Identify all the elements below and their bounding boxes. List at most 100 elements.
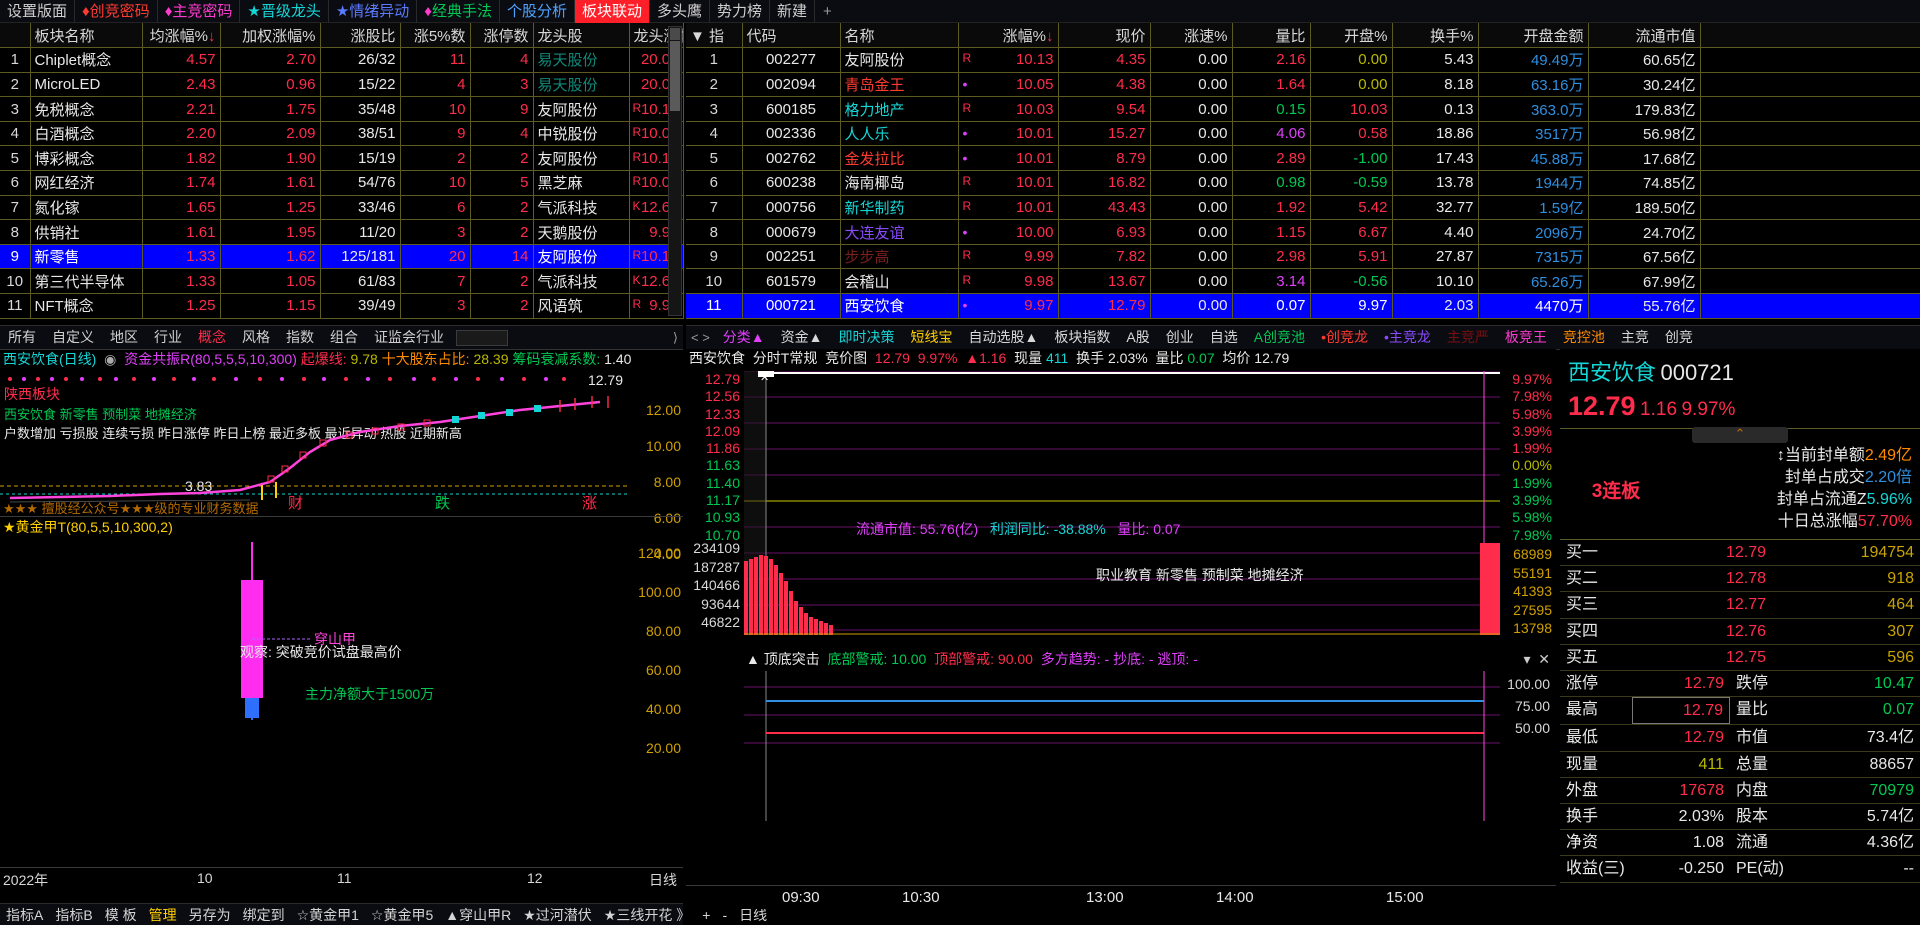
menu-item-5[interactable]: ♦经典手法 <box>417 0 500 23</box>
sector-col-7[interactable]: 龙头股 <box>533 23 630 49</box>
sector-search-input[interactable] <box>456 329 508 346</box>
stock-tab-1[interactable]: 资金▲ <box>773 325 831 350</box>
indicator-btn-0[interactable]: 指标A <box>0 905 49 925</box>
stock-col-2[interactable]: 名称 <box>840 23 959 49</box>
sector-tab-8[interactable]: 证监会行业 <box>366 325 452 350</box>
stock-tab-9[interactable]: A创竞池 <box>1246 325 1313 350</box>
table-row[interactable]: 8 供销社 1.61 1.95 11/20 3 2 天鹅股份 9.99 <box>0 219 684 245</box>
table-row[interactable]: 3 600185 格力地产 R 10.03 9.54 0.00 0.15 10.03 0.13 36… <box>686 96 1920 122</box>
sector-table-scrollbar[interactable] <box>668 26 682 316</box>
indicator-btn-5[interactable]: 绑定到 <box>237 905 291 925</box>
sector-table[interactable]: 板块名称均涨幅%↓加权涨幅%涨股比涨5%数涨停数龙头股龙头涨幅% 1Chiple… <box>0 23 684 319</box>
table-row[interactable]: 6 网红经济 1.74 1.61 54/76 10 5 黑芝麻 R 10.05 <box>0 170 684 196</box>
collapse-chevron-icon[interactable]: ⌃ <box>1692 427 1788 443</box>
menu-item-7[interactable]: 板块联动 <box>574 0 650 23</box>
menu-item-2[interactable]: ♦主竞密码 <box>158 0 241 23</box>
table-row[interactable]: 5 博彩概念 1.82 1.90 15/19 2 2 友阿股份 R 10.13 <box>0 145 684 172</box>
indicator-toolbar[interactable]: 指标A 指标B 模 板管理 另存为 绑定到 ☆黄金甲1 ☆黄金甲5 ▲穿山甲R ★过河潜伏 ★三线… <box>0 903 767 925</box>
sector-col-0[interactable] <box>0 23 31 49</box>
sector-tab-2[interactable]: 地区 <box>102 325 146 350</box>
stock-tab-0[interactable]: 分类▲ <box>715 325 773 350</box>
stock-tab-12[interactable]: 主竞严 <box>1439 325 1497 350</box>
table-row[interactable]: 2 002094 青岛金王 • 10.05 4.38 0.00 1.64 0.00 8.18 63.… <box>686 72 1920 98</box>
stock-table-panel[interactable]: ▼ 指代码 名称 涨幅%↓ 现价 涨速% 量比 开盘% 换手% 开盘金额 流通市值 1 002277… <box>686 23 1920 319</box>
menu-item-1[interactable]: ♦创竞密码 <box>75 0 158 23</box>
stock-table-header[interactable]: ▼ 指代码 名称 涨幅%↓ 现价 涨速% 量比 开盘% 换手% 开盘金额 流通市值 <box>686 23 1920 49</box>
sector-tab-1[interactable]: 自定义 <box>44 325 102 350</box>
sector-tab-7[interactable]: 组合 <box>322 325 366 350</box>
stock-col-8[interactable]: 换手% <box>1392 23 1479 49</box>
sector-tab-4[interactable]: 概念 <box>190 325 234 350</box>
table-row[interactable]: 7 氮化镓 1.65 1.25 33/46 6 2 气派科技 K 12.66 <box>0 195 684 221</box>
sector-col-3[interactable]: 加权涨幅% <box>220 23 321 49</box>
stock-col-3[interactable]: 涨幅%↓ <box>958 23 1059 49</box>
stock-tab-14[interactable]: 竞控池 <box>1555 325 1613 350</box>
bid-row[interactable]: 买三 12.77 464 <box>1560 592 1920 619</box>
table-row[interactable]: 5 002762 金发拉比 • 10.01 8.79 0.00 2.89 -1.00 17.43 4… <box>686 145 1920 172</box>
collapse-handle[interactable]: ⌃ <box>1560 427 1920 443</box>
subpanel-plot[interactable] <box>744 671 1500 821</box>
stock-tab-16[interactable]: 创竞 <box>1657 325 1701 350</box>
sector-col-4[interactable]: 涨股比 <box>320 23 401 49</box>
sector-tab-6[interactable]: 指数 <box>278 325 322 350</box>
quote-panel[interactable]: 西安饮食 000721 12.79 1.16 9.97% ⌃ 3连板 ↕当前封单… <box>1560 349 1920 925</box>
sector-tab-0[interactable]: 所有 <box>0 325 44 350</box>
sector-col-1[interactable]: 板块名称 <box>30 23 143 49</box>
table-row[interactable]: 10 601579 会稽山 R 9.98 13.67 0.00 3.14 -0.56 10.10 6… <box>686 268 1920 295</box>
indicator-btn-3[interactable]: 管理 <box>143 905 183 925</box>
table-row[interactable]: 8 000679 大连友谊 • 10.00 6.93 0.00 1.15 6.67 4.40 209… <box>686 219 1920 245</box>
subpanel-dropdown-icon[interactable]: ▾ ✕ <box>1523 649 1556 669</box>
stock-col-9[interactable]: 开盘金额 <box>1478 23 1589 49</box>
indicator-btn-4[interactable]: 另存为 <box>183 905 237 925</box>
sector-table-panel[interactable]: 板块名称均涨幅%↓加权涨幅%涨股比涨5%数涨停数龙头股龙头涨幅% 1Chiple… <box>0 23 684 319</box>
bid-row[interactable]: 买五 12.75 596 <box>1560 645 1920 672</box>
table-row[interactable]: 7 000756 新华制药 R 10.01 43.43 0.00 1.92 5.42 32.77 1… <box>686 195 1920 221</box>
stock-col-6[interactable]: 量比 <box>1232 23 1311 49</box>
sort-desc-icon[interactable]: ↓ <box>208 28 216 45</box>
table-row[interactable]: 9 新零售 1.33 1.62 125/181 20 14 友阿股份 R 10.13 <box>0 244 684 270</box>
stock-tab-7[interactable]: 创业 <box>1158 325 1202 350</box>
bid-row[interactable]: 买四 12.76 307 <box>1560 619 1920 645</box>
scroll-up-arrow-icon[interactable] <box>670 28 680 40</box>
stock-col-4[interactable]: 现价 <box>1058 23 1151 49</box>
table-row[interactable]: 9 002251 步步高 R 9.99 7.82 0.00 2.98 5.91 27.87 7315… <box>686 244 1920 270</box>
stock-tab-5[interactable]: 板块指数 <box>1046 325 1118 350</box>
table-row[interactable]: 6 600238 海南椰岛 R 10.01 16.82 0.00 0.98 -0.59 13.78… <box>686 170 1920 196</box>
stock-tab-3[interactable]: 短线宝 <box>903 325 961 350</box>
table-row[interactable]: 3 免税概念 2.21 1.75 35/48 10 9 友阿股份 R 10.13 <box>0 96 684 122</box>
intraday-volume-plot[interactable] <box>744 543 1500 635</box>
sector-tab-scroll-icon[interactable]: ⟩ <box>668 330 683 346</box>
indicator-btn-7[interactable]: ☆黄金甲5 <box>365 905 439 925</box>
table-row[interactable]: 11 000721 西安饮食 • 9.97 12.79 0.00 0.07 9.97 2.03 44… <box>686 293 1920 319</box>
main-menu-bar[interactable]: 设置版面 ♦创竞密码 ♦主竞密码 ★晋级龙头 ★情绪异动 ♦经典手法 个股分析 板块联动 多头鹰… <box>0 0 1920 23</box>
stock-tab-13[interactable]: 板竞王 <box>1497 325 1555 350</box>
table-row[interactable]: 4 002336 人人乐 • 10.01 15.27 0.00 4.06 0.58 18.86 35… <box>686 121 1920 147</box>
table-row[interactable]: 4 白酒概念 2.20 2.09 38/51 9 4 中锐股份 R 10.02 <box>0 121 684 147</box>
sector-table-header[interactable]: 板块名称均涨幅%↓加权涨幅%涨股比涨5%数涨停数龙头股龙头涨幅% <box>0 23 684 49</box>
sort-desc-icon[interactable]: ↓ <box>1046 28 1054 45</box>
table-row[interactable]: 10 第三代半导体 1.33 1.05 61/83 7 2 气派科技 K 12.66 <box>0 268 684 295</box>
indicator-btn-10[interactable]: ★三线开花 》 <box>598 905 696 925</box>
stock-col-0[interactable]: ▼ 指 <box>686 23 743 49</box>
menu-item-10[interactable]: 新建 <box>770 0 816 23</box>
menu-item-6[interactable]: 个股分析 <box>500 0 575 23</box>
stock-tab-15[interactable]: 主竞 <box>1613 325 1657 350</box>
sector-table-body[interactable]: 1 Chiplet概念 4.57 2.70 26/32 11 4 易天股份 20.00 2 Micr… <box>0 47 684 319</box>
menu-item-8[interactable]: 多头鹰 <box>650 0 711 23</box>
stock-tab-nav-icon[interactable]: < > <box>686 330 715 345</box>
sector-tab-3[interactable]: 行业 <box>146 325 190 350</box>
stock-table-body[interactable]: 1 002277 友阿股份 R 10.13 4.35 0.00 2.16 0.00 5.43 49.… <box>686 47 1920 319</box>
sector-col-2[interactable]: 均涨幅%↓ <box>142 23 221 49</box>
bid-row[interactable]: 买一 12.79 194754 <box>1560 540 1920 567</box>
sector-tab-5[interactable]: 风格 <box>234 325 278 350</box>
menu-item-3[interactable]: ★晋级龙头 <box>240 0 329 23</box>
sector-col-6[interactable]: 涨停数 <box>470 23 534 49</box>
table-row[interactable]: 11 NFT概念 1.25 1.15 39/49 3 2 风语筑 R 9.97 <box>0 293 684 319</box>
stock-col-1[interactable]: 代码 <box>742 23 841 49</box>
indicator-btn-2[interactable]: 模 板 <box>99 905 143 925</box>
add-tab-icon[interactable]: + <box>815 3 840 20</box>
stock-tab-11[interactable]: •主竞龙 <box>1376 325 1439 350</box>
menu-item-9[interactable]: 势力榜 <box>710 0 771 23</box>
bid-row[interactable]: 买二 12.78 918 <box>1560 566 1920 593</box>
indicator-btn-1[interactable]: 指标B <box>49 905 98 925</box>
